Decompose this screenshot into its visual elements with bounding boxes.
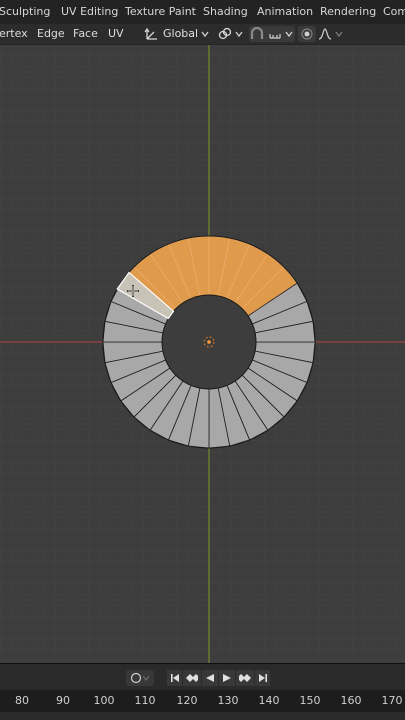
proportional-editing-icon [301,28,313,40]
frame-number: 110 [134,694,156,707]
play-button[interactable] [219,670,235,686]
tab-shading[interactable]: Shading [203,0,248,24]
frame-number: 80 [15,694,29,707]
chevron-down-icon [235,31,243,38]
menu-vertex[interactable]: ertex [0,24,28,44]
record-circle-icon [130,672,142,684]
jump-start-icon [170,674,179,682]
tab-animation[interactable]: Animation [257,0,313,24]
tab-rendering[interactable]: Rendering [320,0,376,24]
pivot-point-dropdown[interactable] [218,26,244,42]
orientation-label: Global [163,27,199,40]
jump-end-button[interactable] [255,670,270,686]
proportional-editing-toggle[interactable] [298,26,316,42]
tab-texture-paint[interactable]: Texture Paint [125,0,196,24]
prev-keyframe-button[interactable] [183,670,201,686]
frame-number: 120 [176,694,198,707]
chevron-down-icon [201,31,209,38]
frame-number: 130 [217,694,239,707]
jump-end-icon [258,674,267,682]
play-reverse-icon [206,674,214,682]
next-keyframe-button[interactable] [236,670,254,686]
orientation-icon [144,27,157,40]
frame-ruler[interactable]: 80 90 100 110 120 130 140 150 160 170 [0,690,405,712]
tab-sculpting[interactable]: Sculpting [0,0,50,24]
menu-uv[interactable]: UV [108,24,124,44]
frame-number: 150 [299,694,321,707]
falloff-dropdown[interactable] [318,26,344,42]
magnet-icon [250,27,264,39]
next-keyframe-icon [239,674,251,682]
chevron-down-icon [285,31,293,38]
frame-number: 90 [56,694,70,707]
frame-number: 160 [340,694,362,707]
tab-compositing[interactable]: Com [383,0,405,24]
play-icon [223,674,231,682]
keying-toggle[interactable] [126,670,154,686]
viewport-header: ertex Edge Face UV Global [0,24,405,45]
viewport-canvas[interactable] [0,45,405,663]
snap-increment-icon [269,34,281,39]
falloff-curve-icon [318,28,332,40]
timeline-panel: 80 90 100 110 120 130 140 150 160 170 [0,663,405,720]
chevron-down-icon [335,31,343,38]
timeline-scrollbar[interactable] [0,712,405,720]
transform-orientation-dropdown[interactable]: Global [144,26,212,42]
tab-uv-editing[interactable]: UV Editing [61,0,118,24]
3d-viewport[interactable] [0,45,405,663]
prev-keyframe-icon [186,674,198,682]
frame-number: 100 [93,694,115,707]
jump-start-button[interactable] [167,670,182,686]
chevron-down-icon [142,675,150,681]
snapping-toggle[interactable] [249,26,295,42]
playback-controls [0,663,405,691]
frame-number: 140 [258,694,280,707]
menu-edge[interactable]: Edge [37,24,65,44]
frame-number: 170 [381,694,403,707]
play-reverse-button[interactable] [202,670,218,686]
link-icon [218,27,232,40]
workspace-tabs-bar: Sculpting UV Editing Texture Paint Shadi… [0,0,405,24]
menu-face[interactable]: Face [73,24,98,44]
